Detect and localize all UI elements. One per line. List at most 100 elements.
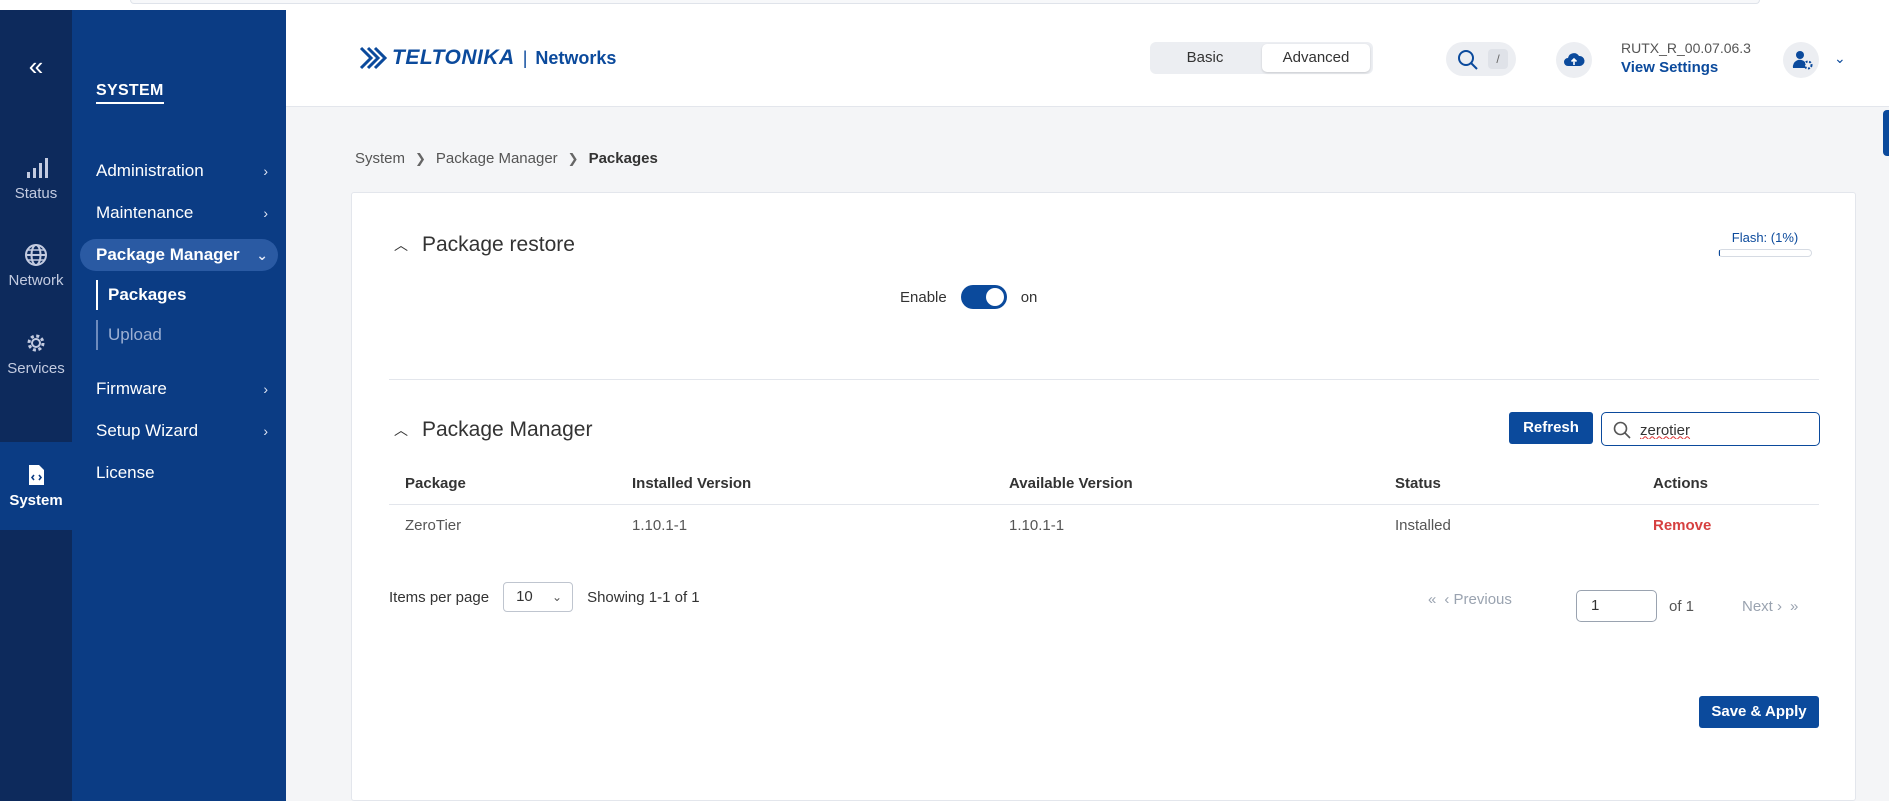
teltonika-logo-mark-icon xyxy=(359,46,388,70)
mode-switch: Basic Advanced xyxy=(1150,42,1373,74)
search-icon xyxy=(1458,50,1478,70)
package-search-input[interactable] xyxy=(1640,419,1810,441)
logo-separator: | xyxy=(522,47,528,68)
table-row: ZeroTier 1.10.1-1 1.10.1-1 Installed Rem… xyxy=(389,505,1819,547)
chevron-down-icon: ⌄ xyxy=(256,247,268,263)
sidebar-item-setup-wizard[interactable]: Setup Wizard › xyxy=(80,415,278,447)
column-header-package[interactable]: Package xyxy=(405,463,466,505)
previous-label: Previous xyxy=(1453,591,1512,608)
pagination-next: Next › » xyxy=(1742,598,1798,615)
section-title: Package Manager xyxy=(422,418,593,441)
toggle-knob xyxy=(985,288,1004,306)
chevron-up-icon: ︿ xyxy=(394,237,408,253)
column-header-available-version[interactable]: Available Version xyxy=(1009,463,1133,505)
flash-usage: Flash: (1%) xyxy=(1718,230,1812,257)
table-header: Package Installed Version Available Vers… xyxy=(389,463,1819,505)
chevron-down-icon: ⌄ xyxy=(552,590,563,604)
chevron-down-icon[interactable]: ⌄ xyxy=(1834,50,1846,67)
user-menu-button[interactable] xyxy=(1783,42,1819,78)
sidebar-subitem-packages[interactable]: Packages xyxy=(96,280,186,310)
rail-item-status[interactable]: Status xyxy=(0,155,72,225)
rail-item-label: Services xyxy=(7,360,65,377)
browser-top-strip xyxy=(0,0,1889,10)
firmware-info: RUTX_R_00.07.06.3 View Settings xyxy=(1621,40,1751,76)
chevron-right-icon: › xyxy=(263,205,268,221)
gear-icon xyxy=(27,334,45,352)
next-page-button[interactable]: Next › xyxy=(1742,598,1782,615)
enable-label: Enable xyxy=(900,288,947,306)
breadcrumb-packages: Packages xyxy=(588,150,658,167)
first-page-icon[interactable]: « xyxy=(1428,591,1436,608)
brand-subtitle: Networks xyxy=(535,47,617,68)
rail-item-network[interactable]: Network xyxy=(0,242,72,312)
sidebar-item-label: Setup Wizard xyxy=(96,421,199,440)
column-header-status[interactable]: Status xyxy=(1395,463,1441,505)
side-panel-tab[interactable] xyxy=(1883,110,1889,156)
nav-rail: « Status Network Services System xyxy=(0,10,72,801)
sidebar-item-label: Firmware xyxy=(96,379,167,398)
search-icon xyxy=(1613,421,1631,439)
firmware-version: RUTX_R_00.07.06.3 xyxy=(1621,40,1751,56)
mode-advanced-button[interactable]: Advanced xyxy=(1262,44,1370,72)
items-per-page-select[interactable]: 10 ⌄ xyxy=(503,582,574,612)
teltonika-logo[interactable]: TELTONIKA | Networks xyxy=(358,43,616,73)
next-label: Next xyxy=(1742,598,1773,615)
view-settings-link[interactable]: View Settings xyxy=(1621,59,1751,76)
breadcrumb-system[interactable]: System xyxy=(355,150,405,167)
chevron-right-icon: › xyxy=(263,381,268,397)
sidebar-subitem-upload[interactable]: Upload xyxy=(96,320,162,350)
rail-item-label: System xyxy=(9,492,63,509)
sidebar-subitem-label: Upload xyxy=(108,325,162,344)
flash-label: Flash: (1%) xyxy=(1731,230,1799,245)
previous-page-button[interactable]: ‹ Previous xyxy=(1444,591,1512,608)
flash-usage-fill xyxy=(1719,250,1720,256)
page-number-input[interactable]: 1 xyxy=(1576,590,1657,622)
sidebar-item-label: Package Manager xyxy=(96,245,240,264)
save-apply-button[interactable]: Save & Apply xyxy=(1699,696,1819,728)
enable-toggle[interactable] xyxy=(960,285,1007,309)
sidebar-item-administration[interactable]: Administration › xyxy=(80,155,278,187)
sidebar: SYSTEM Administration › Maintenance › Pa… xyxy=(72,10,286,801)
top-header: TELTONIKA | Networks Basic Advanced / RU… xyxy=(286,10,1889,107)
search-shortcut-key: / xyxy=(1488,49,1508,69)
column-header-installed-version[interactable]: Installed Version xyxy=(632,463,751,505)
breadcrumb-package-manager[interactable]: Package Manager xyxy=(436,150,558,167)
rail-item-services[interactable]: Services xyxy=(0,330,72,400)
items-per-page-label: Items per page xyxy=(389,588,490,606)
sidebar-subitem-label: Packages xyxy=(108,285,187,304)
rail-item-label: Network xyxy=(8,272,64,289)
section-divider xyxy=(389,379,1819,380)
refresh-button[interactable]: Refresh xyxy=(1509,412,1593,444)
package-restore-header[interactable]: ︿ Package restore xyxy=(394,233,575,257)
package-manager-header[interactable]: ︿ Package Manager xyxy=(394,418,592,442)
showing-count: Showing 1-1 of 1 xyxy=(587,588,700,606)
firmware-update-button[interactable] xyxy=(1556,42,1592,78)
section-title: Package restore xyxy=(422,233,575,256)
sidebar-item-maintenance[interactable]: Maintenance › xyxy=(80,197,278,229)
sidebar-item-license[interactable]: License xyxy=(80,457,278,489)
last-page-icon[interactable]: » xyxy=(1790,598,1798,615)
page-total: of 1 xyxy=(1669,598,1695,615)
mode-basic-button[interactable]: Basic xyxy=(1152,44,1258,72)
chevron-right-icon: › xyxy=(263,423,268,439)
flash-usage-bar xyxy=(1718,249,1812,257)
sidebar-item-package-manager[interactable]: Package Manager ⌄ xyxy=(80,239,278,271)
brand-name: TELTONIKA xyxy=(392,46,515,69)
cell-available-version: 1.10.1-1 xyxy=(1009,517,1065,534)
collapse-sidebar-icon[interactable]: « xyxy=(22,52,50,80)
package-search-field[interactable] xyxy=(1601,412,1820,446)
chevron-up-icon: ︿ xyxy=(394,422,408,438)
pagination-prev: « ‹ Previous xyxy=(1428,591,1512,608)
sidebar-item-firmware[interactable]: Firmware › xyxy=(80,373,278,405)
cell-package: ZeroTier xyxy=(405,517,462,534)
rail-item-system[interactable]: System xyxy=(0,442,72,530)
cell-installed-version: 1.10.1-1 xyxy=(632,517,688,534)
remove-button[interactable]: Remove xyxy=(1653,505,1711,547)
sidebar-item-label: Administration xyxy=(96,161,204,180)
global-search-button[interactable]: / xyxy=(1446,42,1516,76)
cell-status: Installed xyxy=(1395,517,1451,534)
file-code-icon xyxy=(29,465,44,485)
cloud-upload-icon xyxy=(1564,53,1585,66)
signal-bars-icon xyxy=(27,158,48,178)
select-value: 10 xyxy=(516,588,533,605)
